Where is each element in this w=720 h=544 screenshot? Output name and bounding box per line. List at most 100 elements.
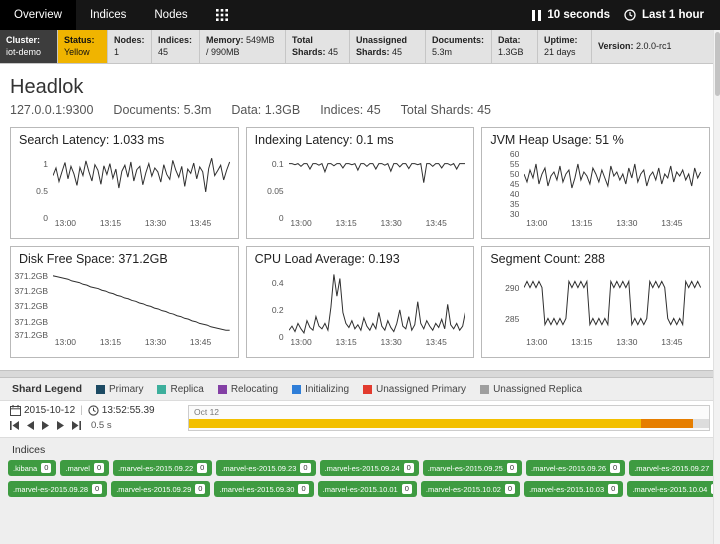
legend-label: Initializing <box>305 384 349 395</box>
index-chip-.marvel-es-2015.09.22[interactable]: .marvel-es-2015.09.220 <box>113 460 212 476</box>
skip-start-button[interactable] <box>10 421 20 430</box>
time-picker[interactable]: 13:52:55.39 <box>88 405 155 416</box>
index-chip-.marvel-es-2015.10.03[interactable]: .marvel-es-2015.10.030 <box>524 481 623 497</box>
legend-item-3: Initializing <box>292 384 349 395</box>
index-chip-.marvel-es-2015.09.26[interactable]: .marvel-es-2015.09.260 <box>526 460 625 476</box>
index-chip-.marvel-es-2015.09.28[interactable]: .marvel-es-2015.09.280 <box>8 481 107 497</box>
index-name: .marvel <box>65 464 90 473</box>
apps-grid-icon <box>216 9 228 21</box>
refresh-interval-button[interactable]: 10 seconds <box>532 9 610 21</box>
chart-line <box>53 150 230 218</box>
apps-grid-button[interactable] <box>202 0 242 30</box>
index-chip-.marvel-es-2015.10.01[interactable]: .marvel-es-2015.10.010 <box>318 481 417 497</box>
cluster-cell-10: Version: 2.0.0-rc1 <box>592 30 720 63</box>
x-tick: 13:00 <box>290 337 311 347</box>
y-tick: 55 <box>510 159 519 169</box>
chart-cpu-load-average: CPU Load Average: 0.1930.40.2013:0013:15… <box>246 246 475 358</box>
legend-swatch <box>292 385 301 394</box>
legend-label: Unassigned Primary <box>376 384 466 395</box>
y-tick: 35 <box>510 199 519 209</box>
y-tick: 0 <box>279 213 284 223</box>
step-back-icon <box>26 421 35 430</box>
chart-jvm-heap-usage: JVM Heap Usage: 51 %6055504540353013:001… <box>481 127 710 239</box>
index-chip-.marvel-es-2015.09.24[interactable]: .marvel-es-2015.09.240 <box>320 460 419 476</box>
shard-activity-section: Shard Legend PrimaryReplicaRelocatingIni… <box>0 378 720 544</box>
skip-end-button[interactable] <box>71 421 81 430</box>
node-stat-1: Data: 1.3GB <box>231 103 300 117</box>
y-tick: 290 <box>505 283 519 293</box>
x-tick: 13:15 <box>571 218 592 228</box>
section-resize-divider[interactable] <box>0 370 720 378</box>
x-tick: 13:45 <box>661 218 682 228</box>
x-tick: 13:15 <box>335 218 356 228</box>
index-chip-.marvel-es-2015.09.30[interactable]: .marvel-es-2015.09.300 <box>214 481 313 497</box>
node-name[interactable]: Headlok <box>10 76 710 99</box>
chart-line <box>289 269 466 337</box>
timeline-track[interactable]: Oct 12 <box>188 405 710 431</box>
legend-item-4: Unassigned Primary <box>363 384 466 395</box>
time-range-button[interactable]: Last 1 hour <box>624 9 704 21</box>
x-tick: 13:30 <box>616 337 637 347</box>
index-chip-.marvel-es-2015.10.02[interactable]: .marvel-es-2015.10.020 <box>421 481 520 497</box>
chart-title: Search Latency: 1.033 ms <box>19 133 230 147</box>
legend-swatch <box>218 385 227 394</box>
date-picker[interactable]: 2015-10-12 <box>10 405 75 416</box>
index-chip-row-1: .marvel-es-2015.09.280.marvel-es-2015.09… <box>8 481 712 497</box>
chart-title: Disk Free Space: 371.2GB <box>19 252 230 266</box>
step-back-button[interactable] <box>26 421 35 430</box>
scrollbar-thumb[interactable] <box>715 32 720 96</box>
legend-label: Replica <box>170 384 203 395</box>
x-tick: 13:30 <box>145 218 166 228</box>
index-name: .marvel-es-2015.09.23 <box>221 464 296 473</box>
x-tick: 13:45 <box>190 218 211 228</box>
y-tick: 371.2GB <box>14 301 48 311</box>
legend-swatch <box>363 385 372 394</box>
index-chip-.marvel[interactable]: .marvel0 <box>60 460 109 476</box>
y-tick: 0.05 <box>267 186 284 196</box>
y-tick: 0 <box>43 213 48 223</box>
timeline-track-label: Oct 12 <box>194 407 219 417</box>
chart-title: Indexing Latency: 0.1 ms <box>255 133 466 147</box>
vertical-scrollbar[interactable] <box>713 30 720 544</box>
play-button[interactable] <box>41 421 50 430</box>
x-tick: 13:30 <box>381 337 402 347</box>
index-chip-.marvel-es-2015.09.23[interactable]: .marvel-es-2015.09.230 <box>216 460 315 476</box>
x-tick: 13:15 <box>571 337 592 347</box>
refresh-interval-label: 10 seconds <box>547 9 610 21</box>
legend-label: Primary <box>109 384 143 395</box>
y-tick: 0.4 <box>272 278 284 288</box>
nav-tab-indices[interactable]: Indices <box>76 0 140 30</box>
index-count-badge: 0 <box>197 463 207 473</box>
timeline-date: 2015-10-12 <box>24 405 75 416</box>
index-count-badge: 0 <box>404 463 414 473</box>
node-address: 127.0.0.1:9300 <box>10 103 93 117</box>
index-chip-.marvel-es-2015.09.25[interactable]: .marvel-es-2015.09.250 <box>423 460 522 476</box>
index-count-badge: 0 <box>507 463 517 473</box>
timeline-current-bar <box>641 419 693 428</box>
play-icon <box>41 421 50 430</box>
index-count-badge: 0 <box>298 484 308 494</box>
indices-list: .kibana0.marvel0.marvel-es-2015.09.220.m… <box>0 460 720 502</box>
y-tick: 0.1 <box>272 159 284 169</box>
y-tick: 60 <box>510 149 519 159</box>
nav-tab-nodes[interactable]: Nodes <box>140 0 201 30</box>
cluster-cell-5: Total Shards: 45 <box>286 30 350 63</box>
index-chip-.kibana[interactable]: .kibana0 <box>8 460 56 476</box>
clock-icon <box>624 9 636 21</box>
nav-tab-overview[interactable]: Overview <box>0 0 76 30</box>
y-tick: 371.2GB <box>14 271 48 281</box>
x-tick: 13:15 <box>100 337 121 347</box>
chart-line <box>289 150 466 218</box>
chart-segment-count: Segment Count: 28829028513:0013:1513:301… <box>481 246 710 358</box>
index-chip-.marvel-es-2015.10.04[interactable]: .marvel-es-2015.10.040 <box>627 481 720 497</box>
index-chip-.marvel-es-2015.09.29[interactable]: .marvel-es-2015.09.290 <box>111 481 210 497</box>
chart-search-latency: Search Latency: 1.033 ms10.5013:0013:151… <box>10 127 239 239</box>
index-chip-.marvel-es-2015.09.27[interactable]: .marvel-es-2015.09.270 <box>629 460 720 476</box>
step-forward-button[interactable] <box>56 421 65 430</box>
chart-line <box>53 269 230 337</box>
index-name: .marvel-es-2015.09.28 <box>13 485 88 494</box>
chart-indexing-latency: Indexing Latency: 0.1 ms0.10.05013:0013:… <box>246 127 475 239</box>
x-tick: 13:15 <box>100 218 121 228</box>
timeline-time: 13:52:55.39 <box>102 405 155 416</box>
cluster-cell-4: Memory: 549MB / 990MB <box>200 30 286 63</box>
